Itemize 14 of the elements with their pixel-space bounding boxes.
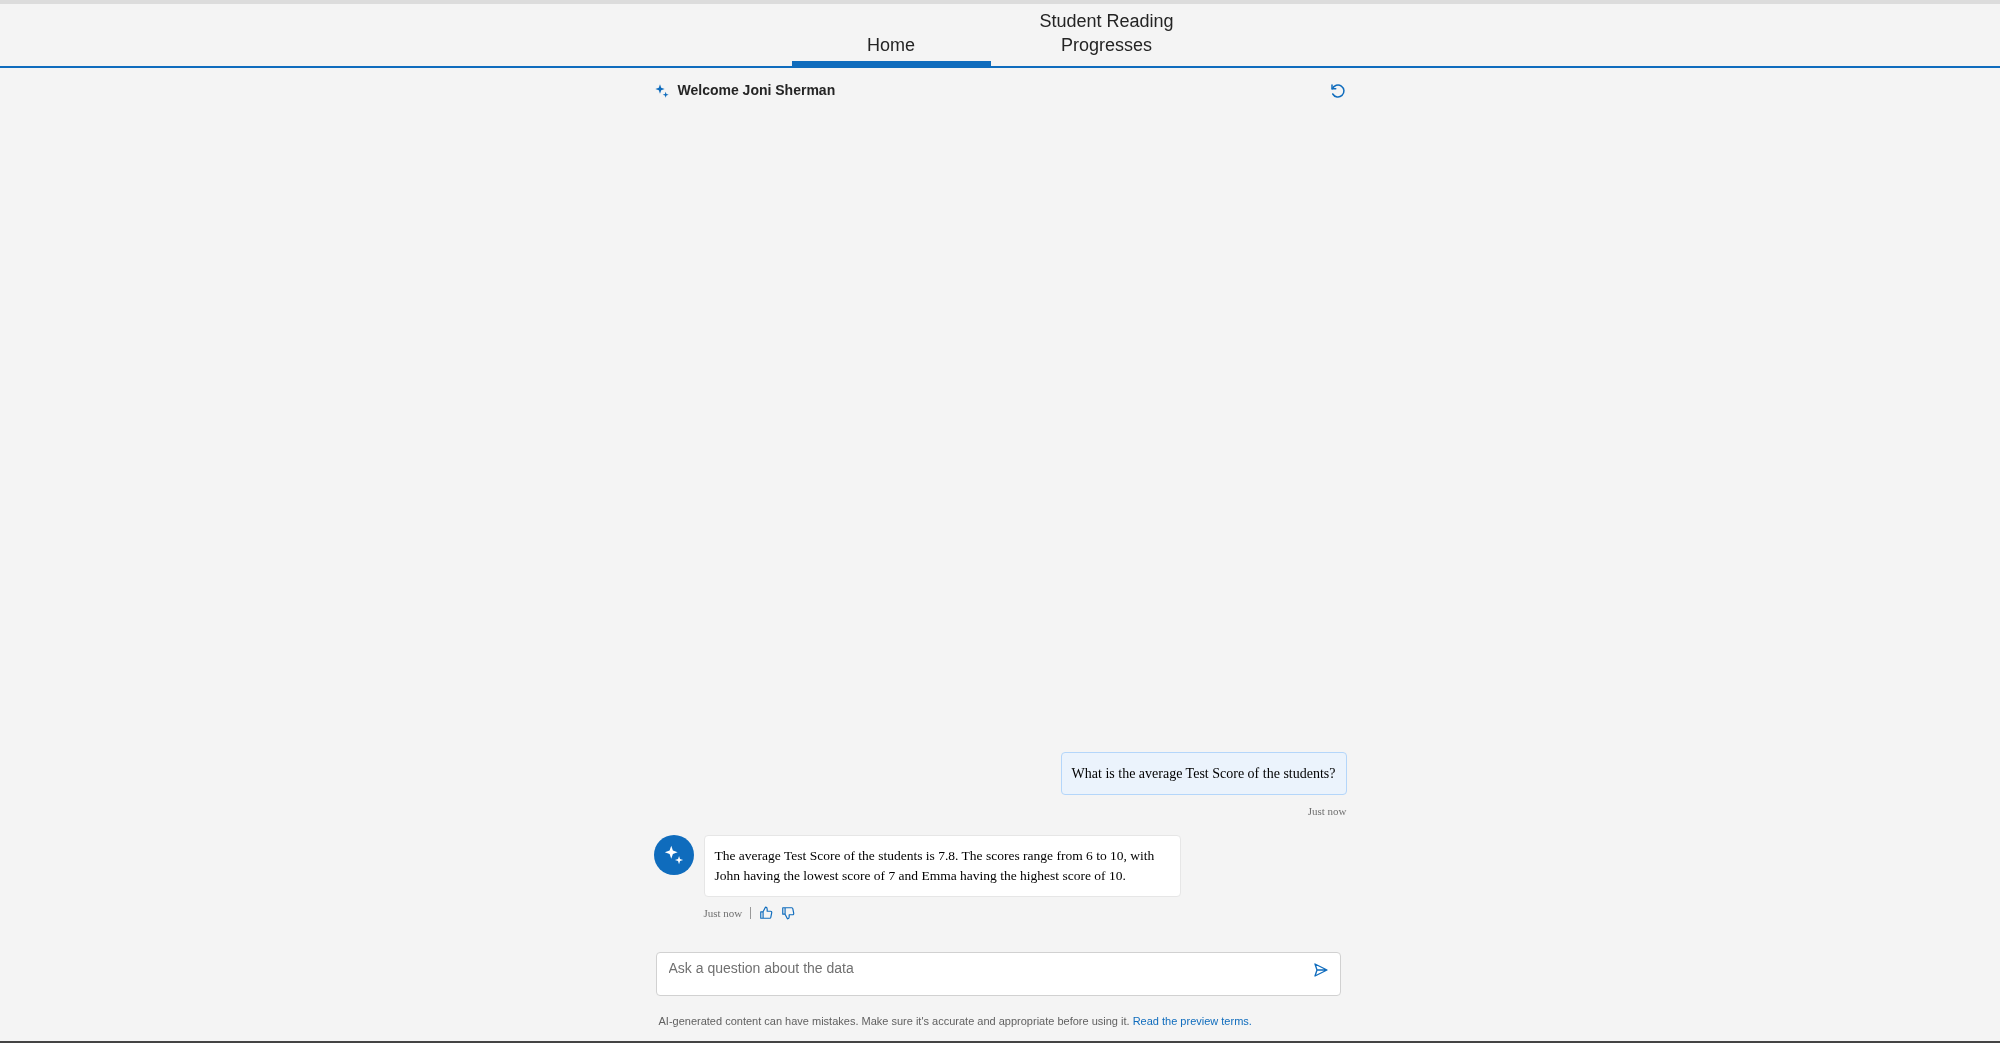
tab[interactable]: Student Reading Progresses xyxy=(1016,4,1197,66)
message-time: Just now xyxy=(703,906,743,921)
assistant-message-bubble: The average Test Score of the students is 7.8. The scores range from 6 to 10, with John having the lowest score of 7 and Emma having the highest score of 10. xyxy=(703,835,1181,897)
thumbs-up-icon[interactable] xyxy=(759,906,774,921)
user-message-bubble: What is the average Test Score of the students? xyxy=(1060,751,1347,795)
welcome-text: Welcome Joni Sherman xyxy=(677,81,836,100)
tab[interactable]: Home xyxy=(791,4,991,66)
disclaimer-text: AI-generated content can have mistakes. Make sure it's accurate and appropriate before using it. Read the preview terms. xyxy=(658,1013,1253,1029)
preview-terms-link[interactable]: Read the preview terms. xyxy=(1132,1014,1252,1027)
question-input[interactable]: Ask a question about the data xyxy=(655,951,1341,996)
refresh-icon[interactable] xyxy=(1328,81,1347,100)
message-time: Just now xyxy=(1307,803,1347,819)
send-icon[interactable] xyxy=(1312,961,1329,978)
thumbs-down-icon[interactable] xyxy=(781,906,796,921)
